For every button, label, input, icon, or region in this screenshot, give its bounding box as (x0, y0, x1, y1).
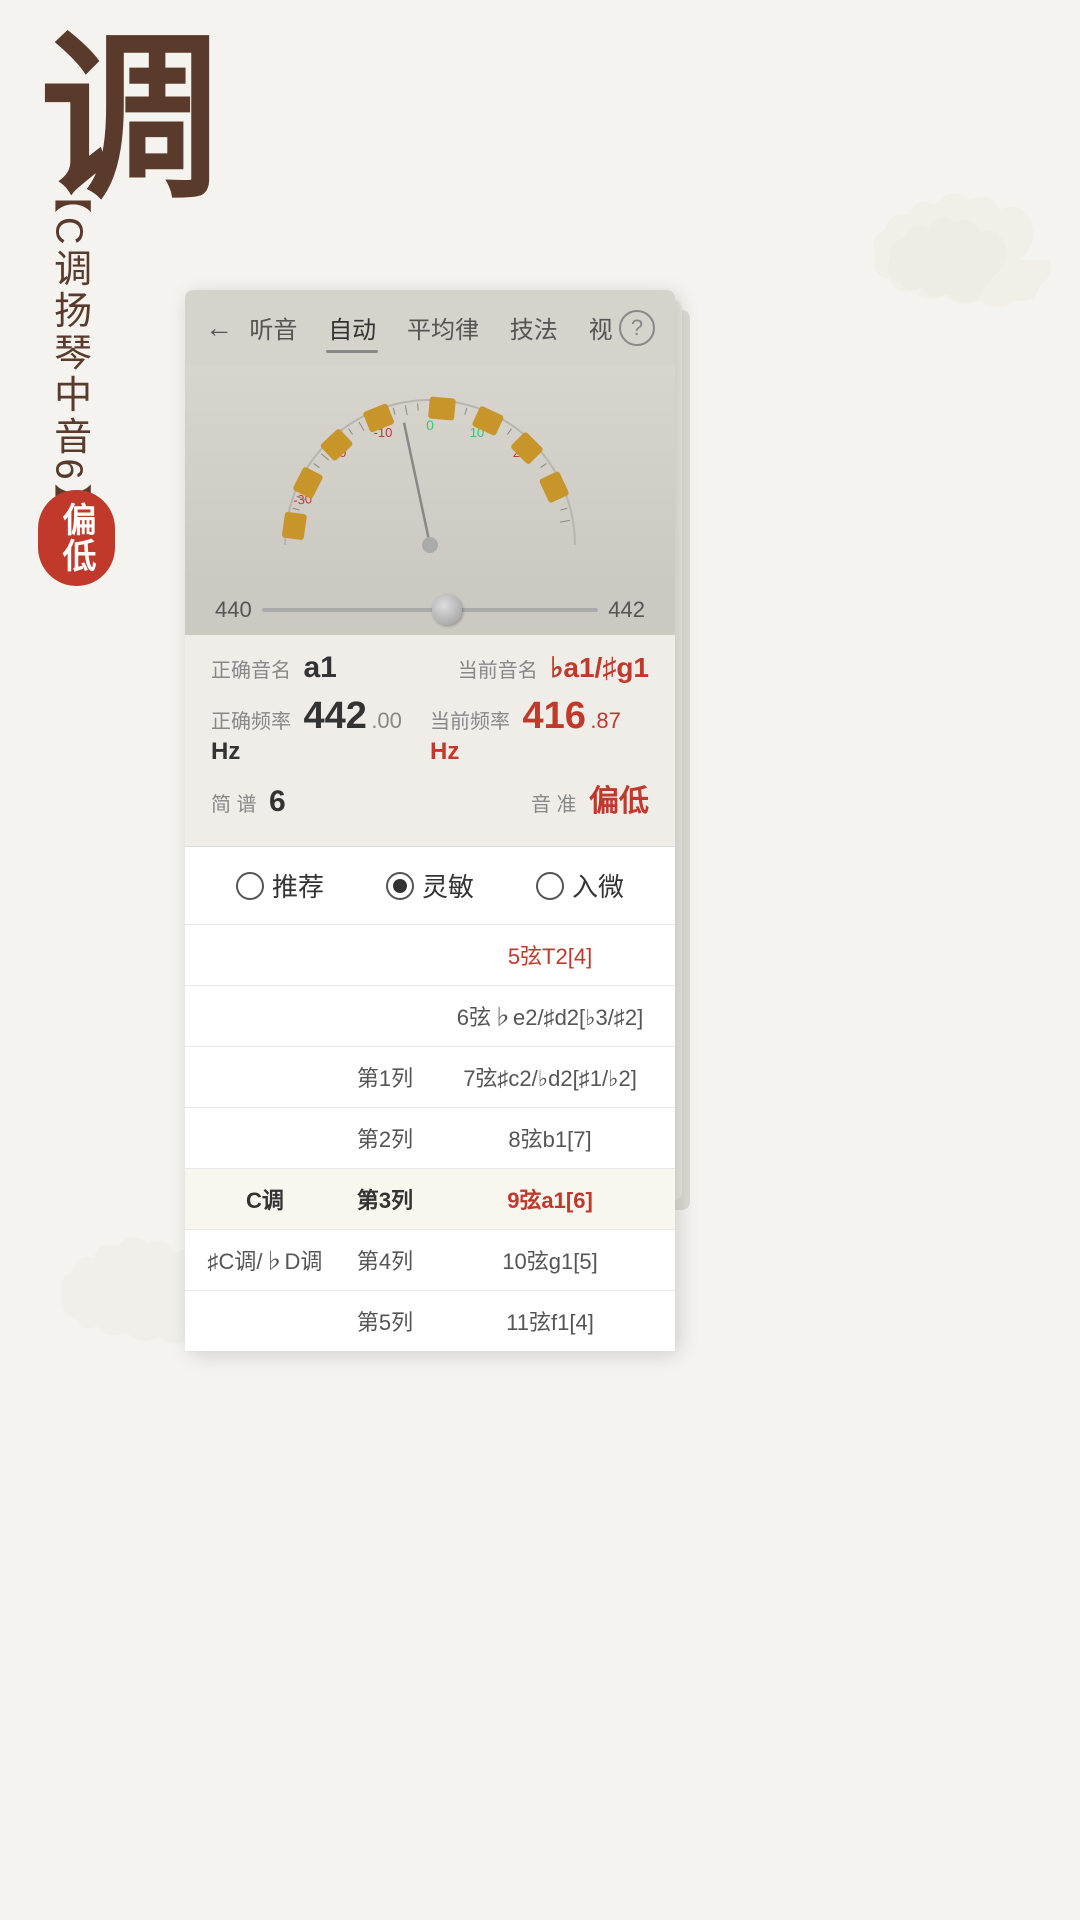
tab-technique[interactable]: 技法 (508, 306, 560, 349)
table-row: 第2列 8弦b1[7] (185, 1107, 675, 1168)
current-note-label: 当前音名 (458, 660, 538, 682)
table-row: ♯C调/♭D调 第4列 10弦g1[5] (185, 1229, 675, 1290)
note-info-row: 正确音名 a1 当前音名 ♭a1/♯g1 (211, 651, 649, 685)
current-freq-decimal: .87 (590, 708, 621, 733)
nav-tabs: 听音 自动 平均律 技法 视 (243, 306, 619, 349)
svg-text:0: 0 (426, 417, 434, 433)
tab-visual[interactable]: 视 (587, 306, 615, 349)
tab-equal[interactable]: 平均律 (405, 306, 481, 349)
table-cell-string: 8弦b1[7] (445, 1122, 655, 1154)
tuner-info: 正确音名 a1 当前音名 ♭a1/♯g1 正确频率 442 .00 Hz 当前频… (185, 635, 675, 846)
frequency-slider-area: 440 442 (185, 585, 675, 635)
table-cell-string: 11弦f1[4] (445, 1305, 655, 1337)
table-cell-string: 10弦g1[5] (445, 1244, 655, 1276)
radio-fine-circle[interactable] (536, 872, 564, 900)
table-cell-string: 5弦T2[4] (445, 939, 655, 971)
meter-display: -30 -20 -10 0 10 20 30 (255, 385, 605, 565)
current-note-value: ♭a1/♯g1 (550, 652, 649, 683)
pitch-value: 偏低 (589, 785, 649, 818)
jianpu-label: 简 谱 (211, 794, 257, 816)
jianpu-info-row: 简 谱 6 音 准 偏低 (211, 776, 649, 820)
table-cell-string: 7弦♯c2/♭d2[♯1/♭2] (445, 1061, 655, 1093)
table-row: 第5列 11弦f1[4] (185, 1290, 675, 1351)
pitch-group: 音 准 偏低 (531, 776, 649, 820)
tuner-header: ← 听音 自动 平均律 技法 视 ? (185, 290, 675, 365)
string-table: 5弦T2[4] 6弦♭e2/♯d2[♭3/♯2] 第1列 7弦♯c2/♭d2[♯… (185, 924, 675, 1351)
table-cell-col: 第3列 (325, 1183, 445, 1215)
title-character: 调 (40, 30, 220, 210)
correct-freq-decimal: .00 (371, 708, 402, 733)
current-freq-value: 416 (522, 695, 585, 737)
meter-svg: -30 -20 -10 0 10 20 30 (255, 385, 605, 565)
table-row: 6弦♭e2/♯d2[♭3/♯2] (185, 985, 675, 1046)
correct-freq-unit: Hz (211, 738, 240, 765)
radio-fine-label: 入微 (572, 867, 624, 904)
table-cell-col: 第4列 (325, 1244, 445, 1276)
correct-freq-value: 442 (303, 695, 366, 737)
freq-right-label: 442 (608, 597, 645, 623)
sensitivity-options: 推荐 灵敏 入微 (185, 846, 675, 924)
table-cell-string: 9弦a1[6] (445, 1183, 655, 1215)
radio-sensitive-label: 灵敏 (422, 867, 474, 904)
tuner-meter: -30 -20 -10 0 10 20 30 (185, 365, 675, 585)
table-cell-key: C调 (205, 1183, 325, 1215)
radio-sensitive-circle[interactable] (386, 872, 414, 900)
correct-note-value: a1 (303, 651, 336, 684)
freq-left-label: 440 (215, 597, 252, 623)
radio-fine[interactable]: 入微 (536, 867, 624, 904)
correct-freq-group: 正确频率 442 .00 Hz (211, 695, 430, 766)
back-button[interactable]: ← (205, 312, 233, 344)
table-row: 第1列 7弦♯c2/♭d2[♯1/♭2] (185, 1046, 675, 1107)
correct-freq-label: 正确频率 (211, 711, 291, 733)
tab-listen[interactable]: 听音 (247, 306, 299, 349)
current-freq-group: 当前频率 416 .87 Hz (430, 695, 649, 766)
correct-note-group: 正确音名 a1 (211, 651, 337, 685)
current-freq-label: 当前频率 (430, 711, 510, 733)
current-freq-unit: Hz (430, 738, 459, 765)
vertical-subtitle: 【C调扬琴中音6】 (45, 175, 91, 526)
radio-sensitive[interactable]: 灵敏 (386, 867, 474, 904)
radio-recommend[interactable]: 推荐 (236, 867, 324, 904)
help-button[interactable]: ? (619, 310, 655, 346)
table-cell-col: 第1列 (325, 1061, 445, 1093)
pitch-label: 音 准 (531, 794, 577, 816)
table-cell-string: 6弦♭e2/♯d2[♭3/♯2] (445, 1000, 655, 1032)
freq-slider-track[interactable] (262, 608, 599, 612)
tab-auto[interactable]: 自动 (326, 306, 378, 349)
current-note-group: 当前音名 ♭a1/♯g1 (458, 651, 649, 684)
main-tuner-card: ← 听音 自动 平均律 技法 视 ? (185, 290, 675, 1351)
radio-recommend-circle[interactable] (236, 872, 264, 900)
table-row-highlighted: C调 第3列 9弦a1[6] (185, 1168, 675, 1229)
jianpu-group: 简 谱 6 (211, 785, 286, 819)
correct-note-label: 正确音名 (211, 660, 291, 682)
freq-info-row: 正确频率 442 .00 Hz 当前频率 416 .87 Hz (211, 695, 649, 766)
jianpu-value: 6 (269, 785, 286, 818)
table-cell-col: 第2列 (325, 1122, 445, 1154)
cloud-decoration-top (840, 180, 1060, 345)
table-cell-key: ♯C调/♭D调 (205, 1244, 325, 1276)
table-cell-col: 第5列 (325, 1305, 445, 1337)
status-badge: 偏低 (38, 490, 115, 586)
table-row: 5弦T2[4] (185, 924, 675, 985)
freq-slider-thumb[interactable] (432, 595, 462, 625)
radio-recommend-label: 推荐 (272, 867, 324, 904)
